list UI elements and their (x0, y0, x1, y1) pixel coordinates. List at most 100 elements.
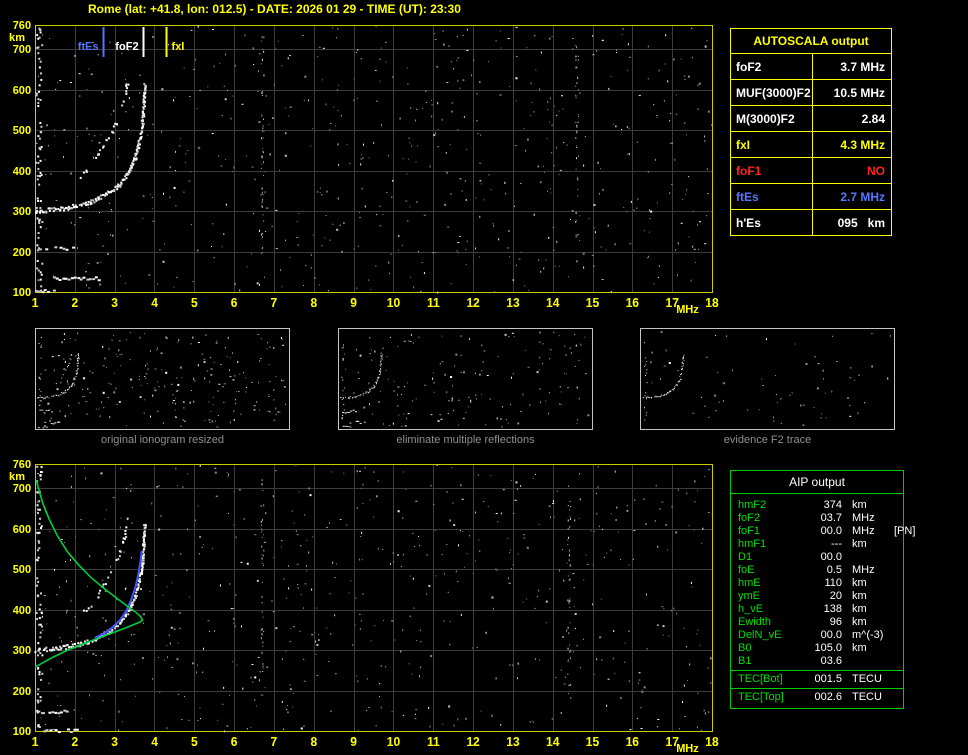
aip-row-unit: km (852, 603, 867, 615)
thumbnail-caption-original: original ionogram resized (101, 434, 224, 446)
autoscala-row: fxI 4.3 MHz (731, 132, 891, 158)
aip-row-value: 03.7 (820, 512, 842, 524)
aip-row-value: 374 (823, 499, 842, 511)
autoscala-row-value: 3.7 MHz (840, 59, 885, 74)
autoscala-row: foF1 NO (731, 158, 891, 184)
aip-row: B0 105.0 km (731, 642, 903, 655)
autoscala-row-value: 2.84 (861, 111, 885, 126)
thumbnail-caption-eliminate: eliminate multiple reflections (396, 434, 535, 446)
aip-row: Ewidth 96 km (731, 616, 903, 629)
aip-row: B1 03.6 (731, 655, 903, 668)
aip-row-note (888, 564, 903, 577)
aip-row-unit: m^(-3) (852, 629, 884, 641)
aip-row-label: TEC[Top] (738, 691, 784, 703)
aip-row-note (888, 673, 903, 686)
aip-row-note (888, 512, 903, 525)
aip-row-label: foE (738, 564, 755, 576)
aip-row-note (888, 538, 903, 551)
aip-row-unit: km (852, 538, 867, 550)
aip-separator (731, 688, 903, 689)
aip-row-value: 00.0 (820, 551, 842, 563)
aip-row-label: ymE (738, 590, 760, 602)
autoscala-screen: Rome (lat: +41.8, lon: 012.5) - DATE: 20… (0, 0, 968, 755)
aip-row-note (888, 577, 903, 590)
aip-row-note: [PN] (894, 525, 916, 537)
aip-row-value: 002.6 (814, 691, 842, 703)
aip-row: h_vE 138 km (731, 603, 903, 616)
autoscala-row-label: MUF(3000)F2 (731, 80, 813, 105)
aip-row-label: hmE (738, 577, 761, 589)
aip-row-value: 00.0 (820, 629, 842, 641)
aip-row-value: 20 (829, 590, 842, 602)
aip-row: hmE 110 km (731, 577, 903, 590)
aip-row-unit (842, 655, 888, 668)
aip-row-unit: MHz (852, 564, 875, 576)
autoscala-row-label: ftEs (731, 184, 813, 209)
aip-row-label: Ewidth (738, 616, 772, 628)
page-title: Rome (lat: +41.8, lon: 012.5) - DATE: 20… (88, 2, 461, 16)
aip-row-value: 0.5 (826, 564, 842, 576)
aip-row-label: B1 (738, 655, 752, 667)
aip-row-unit: km (852, 616, 867, 628)
autoscala-table-rows: foF2 3.7 MHz MUF(3000)F2 10.5 MHz M(3000)F2 2… (731, 54, 891, 235)
aip-row-value: 96 (829, 616, 842, 628)
aip-row-value: 110 (824, 577, 842, 589)
aip-row-unit: km (852, 577, 867, 589)
aip-row-label: DelN_vE (738, 629, 782, 641)
autoscala-table-header: AUTOSCALA output (731, 29, 891, 54)
autoscala-row: h'Es 095 km (731, 210, 891, 235)
aip-row-value: --- (831, 538, 842, 550)
aip-table-rows: hmF2 374 km foF2 03.7 MHz foF1 00.0 MHz [PN] hmF1 -… (731, 494, 915, 708)
autoscala-row: MUF(3000)F2 10.5 MHz (731, 80, 891, 106)
aip-row-label: B0 (738, 642, 752, 654)
aip-row-note (888, 629, 903, 642)
aip-row: foF2 03.7 MHz (731, 512, 903, 525)
autoscala-row-label: foF2 (731, 54, 813, 79)
autoscala-row-label: foF1 (731, 158, 813, 183)
aip-row-value: 001.5 (814, 673, 842, 685)
aip-row-unit: TECU (852, 691, 882, 703)
aip-row-label: D1 (738, 551, 753, 563)
autoscala-row: foF2 3.7 MHz (731, 54, 891, 80)
aip-table: AIP output hmF2 374 km foF2 03.7 MHz foF1 00.0 M… (730, 470, 915, 709)
thumbnail-eliminate-reflections (338, 328, 593, 430)
aip-row-unit: km (852, 642, 867, 654)
aip-row-note (888, 499, 903, 512)
aip-row-label: hmF1 (738, 538, 767, 550)
aip-row-unit: MHz (852, 525, 875, 537)
aip-row: hmF2 374 km (731, 499, 903, 512)
autoscala-row-value: 4.3 MHz (840, 137, 885, 152)
aip-row-label: hmF2 (738, 499, 767, 511)
aip-row: ymE 20 km (731, 590, 903, 603)
aip-row: TEC[Top] 002.6 TECU (731, 691, 903, 704)
autoscala-row-label: fxI (731, 132, 813, 157)
autoscala-row-label: M(3000)F2 (731, 106, 813, 131)
aip-row-value: 138 (823, 603, 842, 615)
aip-row-value: 00.0 (820, 525, 842, 537)
aip-row: D1 00.0 (731, 551, 903, 564)
aip-row: foE 0.5 MHz (731, 564, 903, 577)
autoscala-row-value: 10.5 MHz (833, 85, 885, 100)
aip-row-note (888, 616, 903, 629)
thumbnail-caption-evidence: evidence F2 trace (723, 434, 812, 446)
autoscala-table: AUTOSCALA output foF2 3.7 MHz MUF(3000)F2 1… (730, 28, 892, 236)
autoscala-row: M(3000)F2 2.84 (731, 106, 891, 132)
aip-row-note (888, 551, 903, 564)
aip-row-unit: km (852, 590, 867, 602)
autoscala-row-value: 2.7 MHz (840, 189, 885, 204)
autoscala-row-label: h'Es (731, 210, 813, 235)
aip-table-header: AIP output (731, 471, 903, 494)
aip-row-unit: km (852, 499, 867, 511)
autoscala-row: ftEs 2.7 MHz (731, 184, 891, 210)
aip-row: foF1 00.0 MHz [PN] (731, 525, 915, 538)
autoscala-row-value: 095 km (837, 215, 885, 230)
aip-row-note (888, 590, 903, 603)
aip-row-label: foF2 (738, 512, 761, 524)
aip-separator (731, 670, 903, 671)
thumbnail-evidence-f2-trace (640, 328, 895, 430)
aip-row-unit: TECU (852, 673, 882, 685)
aip-row-unit (842, 551, 888, 564)
aip-row-note (888, 691, 903, 704)
aip-row-label: TEC[Bot] (738, 673, 783, 685)
aip-row-value: 105.0 (814, 642, 842, 654)
